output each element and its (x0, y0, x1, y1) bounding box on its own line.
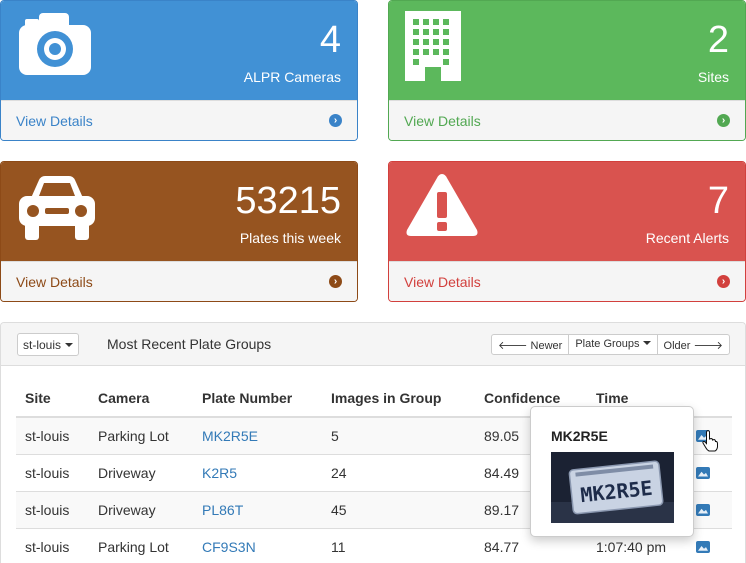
plate-cell: K2R5 (193, 453, 322, 491)
camera-count: 4 (319, 19, 341, 61)
cameras-view-details-link[interactable]: View Details › (1, 100, 357, 140)
cameras-panel: 4 ALPR Cameras View Details › (0, 0, 358, 141)
camera-cell: Parking Lot (89, 416, 193, 454)
circle-arrow-right-icon: › (329, 275, 342, 288)
images-cell: 5 (322, 416, 475, 454)
site-cell: st-louis (16, 527, 89, 563)
plate-photo: MK2R5E (551, 452, 674, 523)
column-header: Camera (89, 383, 193, 418)
pagination-button-group: 🡐 Newer Plate Groups Older 🡒 (490, 334, 730, 355)
camera-cell: Driveway (89, 490, 193, 528)
sites-panel-heading: 2 Sites (389, 1, 745, 100)
column-header: Images in Group (322, 383, 475, 418)
picture-icon[interactable] (696, 540, 710, 553)
older-button[interactable]: Older 🡒 (656, 334, 730, 355)
plate-groups-label: Plate Groups (575, 338, 640, 350)
view-details-label: View Details (404, 113, 481, 129)
plate-groups-heading: st-louis Most Recent Plate Groups 🡐 Newe… (1, 323, 745, 366)
sites-view-details-link[interactable]: View Details › (389, 100, 745, 140)
plate-link[interactable]: K2R5 (202, 465, 237, 481)
images-cell: 24 (322, 453, 475, 491)
building-icon (405, 11, 461, 81)
circle-arrow-right-icon: › (329, 114, 342, 127)
plate-link[interactable]: CF9S3N (202, 539, 256, 555)
alert-count-label: Recent Alerts (645, 230, 729, 246)
warning-icon (406, 174, 478, 236)
alerts-panel: 7 Recent Alerts View Details › (388, 161, 746, 302)
plate-cell: PL86T (193, 490, 322, 528)
view-details-label: View Details (16, 113, 93, 129)
car-icon (19, 176, 95, 240)
arrow-right-icon: 🡒 (690, 340, 723, 352)
camera-cell: Driveway (89, 453, 193, 491)
site-cell: st-louis (16, 453, 89, 491)
images-cell: 45 (322, 490, 475, 528)
plates-panel: 53215 Plates this week View Details › (0, 161, 358, 302)
site-count: 2 (707, 19, 729, 61)
plate-cell: CF9S3N (193, 527, 322, 563)
view-details-label: View Details (16, 274, 93, 290)
plates-panel-heading: 53215 Plates this week (1, 162, 357, 261)
plate-count-label: Plates this week (239, 230, 341, 246)
popover-title: MK2R5E (551, 428, 608, 444)
plate-groups-dropdown[interactable]: Plate Groups (568, 334, 658, 355)
plates-view-details-link[interactable]: View Details › (1, 261, 357, 301)
site-cell: st-louis (16, 416, 89, 454)
column-header: Site (16, 383, 89, 418)
plate-count: 53215 (235, 180, 341, 222)
caret-down-icon (642, 341, 651, 345)
older-label: Older (663, 340, 691, 352)
camera-cell: Parking Lot (89, 527, 193, 563)
site-select[interactable]: st-louis (17, 333, 80, 356)
alert-count: 7 (707, 180, 729, 222)
picture-icon[interactable] (696, 503, 710, 516)
sites-panel: 2 Sites View Details › (388, 0, 746, 141)
site-select-value: st-louis (23, 338, 62, 352)
alerts-panel-heading: 7 Recent Alerts (389, 162, 745, 261)
circle-arrow-right-icon: › (717, 275, 730, 288)
plate-cell: MK2R5E (193, 416, 322, 454)
column-header: Plate Number (193, 383, 322, 418)
arrow-left-icon: 🡐 (497, 340, 531, 352)
circle-arrow-right-icon: › (717, 114, 730, 127)
newer-label: Newer (530, 340, 563, 352)
newer-button[interactable]: 🡐 Newer (490, 334, 570, 355)
camera-count-label: ALPR Cameras (243, 69, 341, 85)
alerts-view-details-link[interactable]: View Details › (389, 261, 745, 301)
images-cell: 11 (322, 527, 475, 563)
plate-photo-graphic: MK2R5E (551, 452, 674, 523)
hand-cursor-icon (702, 430, 718, 452)
plate-link[interactable]: MK2R5E (202, 428, 258, 444)
picture-icon[interactable] (696, 466, 710, 479)
cameras-panel-heading: 4 ALPR Cameras (1, 1, 357, 100)
site-cell: st-louis (16, 490, 89, 528)
site-count-label: Sites (697, 69, 729, 85)
plate-link[interactable]: PL86T (202, 502, 243, 518)
camera-icon (19, 13, 91, 75)
view-details-label: View Details (404, 274, 481, 290)
caret-down-icon (65, 343, 74, 347)
plate-preview-popover: MK2R5E MK2R5E (530, 406, 694, 537)
plate-groups-title: Most Recent Plate Groups (107, 336, 272, 352)
